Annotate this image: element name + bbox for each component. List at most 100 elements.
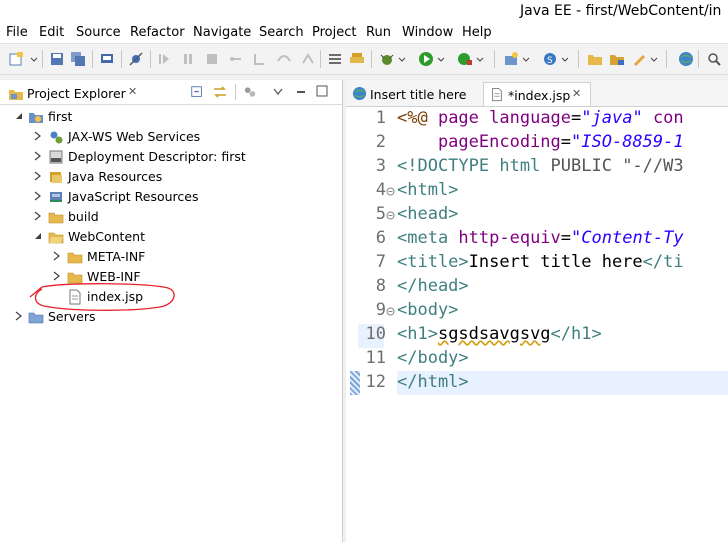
tree-label: build bbox=[68, 209, 99, 224]
chevron-down-icon[interactable] bbox=[522, 51, 530, 67]
new-web-service-icon[interactable]: S bbox=[542, 51, 558, 67]
main-toolbar: S bbox=[0, 44, 728, 75]
terminate-icon[interactable] bbox=[204, 51, 220, 67]
run-icon[interactable] bbox=[418, 51, 434, 67]
tree-item-meta-inf[interactable]: META-INF bbox=[0, 248, 340, 266]
web-services-icon bbox=[50, 131, 63, 144]
code-line-9[interactable]: <body> bbox=[397, 300, 458, 320]
resume-icon[interactable] bbox=[156, 51, 172, 67]
line-number: 12 bbox=[365, 372, 386, 392]
menu-edit[interactable]: Edit bbox=[39, 25, 64, 40]
line-number: 4 bbox=[375, 180, 386, 200]
menu-navigate[interactable]: Navigate bbox=[193, 25, 251, 40]
menu-file[interactable]: File bbox=[6, 25, 28, 40]
chevron-down-icon[interactable] bbox=[398, 51, 406, 67]
menu-source[interactable]: Source bbox=[76, 25, 121, 40]
code-line-1[interactable]: <%@ page language="java" con bbox=[397, 108, 684, 128]
globe-icon[interactable] bbox=[678, 51, 694, 67]
open-type-icon[interactable] bbox=[349, 51, 365, 67]
code-token: "ISO-8859-1 bbox=[571, 132, 684, 152]
tree-item-java-resources[interactable]: Java Resources bbox=[0, 168, 340, 186]
menu-search[interactable]: Search bbox=[259, 25, 304, 40]
collapsed-arrow-icon[interactable] bbox=[33, 151, 43, 161]
deployment-descriptor-icon bbox=[49, 150, 63, 164]
fold-icon[interactable] bbox=[386, 211, 395, 220]
menu-refactor[interactable]: Refactor bbox=[130, 25, 185, 40]
expanded-arrow-icon[interactable] bbox=[14, 111, 24, 121]
code-line-7[interactable]: <title>Insert title here</ti bbox=[397, 252, 684, 272]
view-menu-icon[interactable] bbox=[273, 88, 283, 96]
collapsed-arrow-icon[interactable] bbox=[52, 251, 62, 261]
menu-project[interactable]: Project bbox=[312, 25, 356, 40]
code-line-3[interactable]: <!DOCTYPE html PUBLIC "-//W3 bbox=[397, 156, 684, 176]
maximize-icon[interactable] bbox=[316, 85, 328, 97]
menu-bar: File Edit Source Refactor Navigate Searc… bbox=[0, 23, 728, 44]
chevron-down-icon[interactable] bbox=[30, 51, 38, 67]
collapsed-arrow-icon[interactable] bbox=[33, 131, 43, 141]
collapsed-arrow-icon[interactable] bbox=[14, 311, 24, 321]
link-with-editor-icon[interactable] bbox=[212, 85, 228, 99]
menu-run[interactable]: Run bbox=[366, 25, 391, 40]
tab-index-jsp[interactable]: *index.jsp ✕ bbox=[483, 82, 591, 106]
tab-project-explorer[interactable]: Project Explorer ✕ bbox=[4, 82, 144, 104]
code-line-12[interactable]: </html> bbox=[397, 372, 469, 392]
tab-insert-title-here[interactable]: Insert title here bbox=[348, 82, 478, 105]
tree-label: Deployment Descriptor: first bbox=[68, 149, 246, 164]
tree-item-deployment-descriptor[interactable]: Deployment Descriptor: first bbox=[0, 148, 340, 166]
close-icon[interactable]: ✕ bbox=[128, 85, 137, 98]
fold-icon[interactable] bbox=[386, 307, 395, 316]
code-line-5[interactable]: <head> bbox=[397, 204, 458, 224]
chevron-down-icon[interactable] bbox=[476, 51, 484, 67]
code-line-6[interactable]: <meta http-equiv="Content-Ty bbox=[397, 228, 684, 248]
expanded-arrow-icon[interactable] bbox=[33, 231, 43, 241]
collapsed-arrow-icon[interactable] bbox=[33, 191, 43, 201]
code-token: <meta bbox=[397, 228, 459, 248]
globe-icon bbox=[352, 86, 367, 101]
open-project-icon[interactable] bbox=[609, 51, 625, 67]
new-server-icon[interactable] bbox=[503, 51, 519, 67]
code-line-11[interactable]: </body> bbox=[397, 348, 469, 368]
line-number: 6 bbox=[375, 228, 386, 248]
pencil-icon[interactable] bbox=[631, 51, 647, 67]
code-line-2[interactable]: pageEncoding="ISO-8859-1 bbox=[397, 132, 684, 152]
chevron-down-icon[interactable] bbox=[561, 51, 569, 67]
step-return-icon[interactable] bbox=[300, 51, 316, 67]
save-all-icon[interactable] bbox=[70, 51, 86, 67]
menu-help[interactable]: Help bbox=[462, 25, 492, 40]
fold-icon[interactable] bbox=[386, 187, 395, 196]
step-into-icon[interactable] bbox=[252, 51, 268, 67]
project-explorer-icon bbox=[9, 90, 23, 100]
menu-window[interactable]: Window bbox=[402, 25, 453, 40]
project-explorer-title: Project Explorer bbox=[27, 86, 126, 101]
code-line-8[interactable]: </head> bbox=[397, 276, 469, 296]
search-icon[interactable] bbox=[706, 51, 722, 67]
debug-icon[interactable] bbox=[379, 51, 395, 67]
chevron-down-icon[interactable] bbox=[437, 51, 445, 67]
tree-item-javascript-resources[interactable]: JavaScript Resources bbox=[0, 188, 340, 206]
tree-item-webcontent[interactable]: WebContent bbox=[0, 228, 340, 246]
collapsed-arrow-icon[interactable] bbox=[33, 171, 43, 181]
tree-item-jaxws[interactable]: JAX-WS Web Services bbox=[0, 128, 340, 146]
tree-item-project-first[interactable]: first bbox=[0, 108, 340, 126]
filters-icon[interactable] bbox=[243, 85, 258, 99]
collapse-all-icon[interactable] bbox=[190, 85, 204, 99]
code-token: = bbox=[571, 108, 582, 128]
code-line-4[interactable]: <html> bbox=[397, 180, 458, 200]
suspend-icon[interactable] bbox=[180, 51, 196, 67]
step-over-icon[interactable] bbox=[276, 51, 292, 67]
disconnect-icon[interactable] bbox=[228, 51, 244, 67]
save-icon[interactable] bbox=[49, 51, 65, 67]
chevron-down-icon[interactable] bbox=[650, 51, 658, 67]
collapsed-arrow-icon[interactable] bbox=[33, 211, 43, 221]
print-icon[interactable] bbox=[99, 51, 115, 67]
new-icon[interactable] bbox=[8, 51, 24, 67]
tree-item-build[interactable]: build bbox=[0, 208, 340, 226]
minimize-icon[interactable] bbox=[296, 86, 306, 98]
toggle-block-icon[interactable] bbox=[327, 51, 343, 67]
close-icon[interactable]: ✕ bbox=[572, 87, 581, 100]
run-external-icon[interactable] bbox=[457, 51, 473, 67]
open-folder-icon[interactable] bbox=[587, 51, 603, 67]
tree-label: first bbox=[48, 109, 73, 124]
skip-breakpoints-icon[interactable] bbox=[128, 51, 144, 67]
code-line-10[interactable]: <h1>sgsdsavgsvg</h1> bbox=[397, 324, 602, 344]
